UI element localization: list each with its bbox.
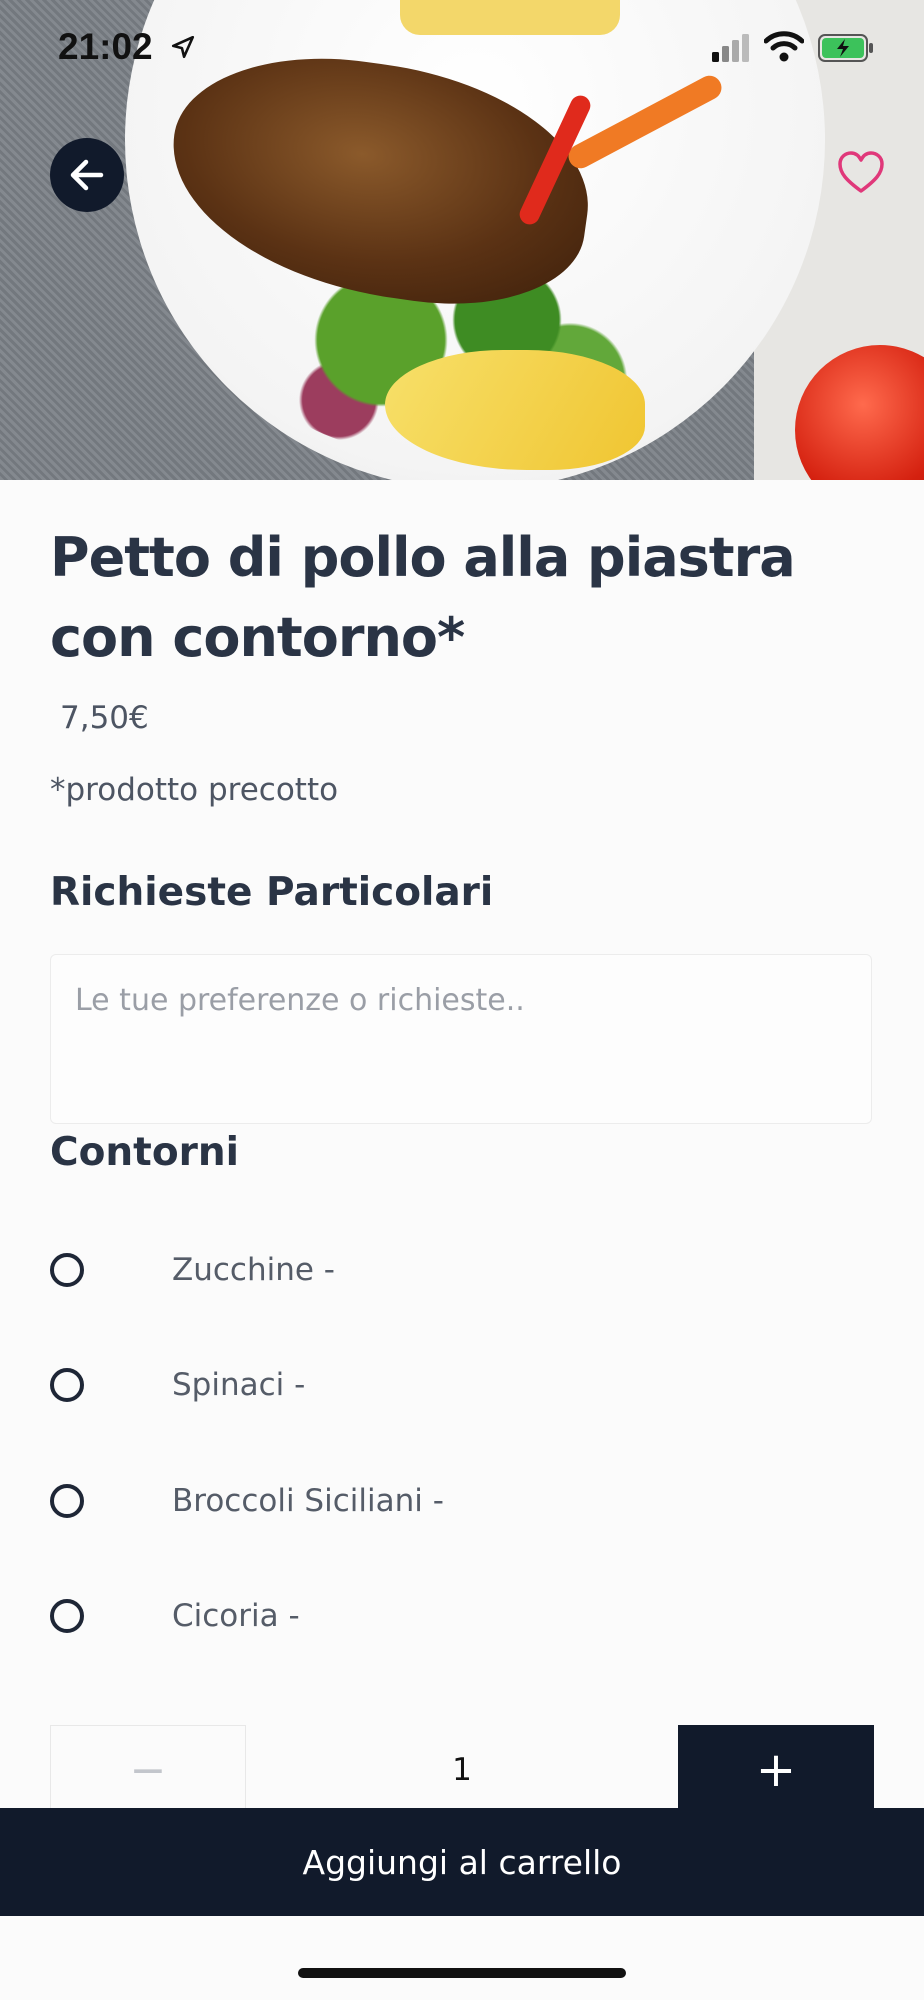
- decrease-quantity-button[interactable]: −: [50, 1725, 246, 1815]
- side-option-cicoria[interactable]: Cicoria -: [50, 1586, 880, 1646]
- product-note: *prodotto precotto: [50, 772, 339, 808]
- home-indicator: [298, 1968, 626, 1978]
- heart-outline-icon: [838, 151, 884, 193]
- add-to-cart-button[interactable]: Aggiungi al carrello: [0, 1808, 924, 1916]
- side-option-broccoli-siciliani[interactable]: Broccoli Siciliani -: [50, 1471, 880, 1531]
- product-price: 7,50€: [60, 700, 149, 736]
- special-requests-heading: Richieste Particolari: [50, 870, 494, 915]
- back-button[interactable]: [50, 138, 124, 212]
- radio-button[interactable]: [50, 1484, 84, 1518]
- side-option-label: Zucchine -: [172, 1252, 335, 1288]
- side-option-label: Broccoli Siciliani -: [172, 1483, 444, 1519]
- side-option-spinaci[interactable]: Spinaci -: [50, 1355, 880, 1415]
- special-requests-input[interactable]: [51, 955, 871, 1123]
- favorite-button[interactable]: [836, 148, 886, 198]
- arrow-left-icon: [70, 159, 104, 191]
- status-bar: 21:02: [0, 0, 924, 100]
- increase-quantity-button[interactable]: +: [678, 1725, 874, 1815]
- radio-button[interactable]: [50, 1599, 84, 1633]
- sides-heading: Contorni: [50, 1130, 239, 1175]
- status-time: 21:02: [58, 26, 153, 67]
- side-option-label: Cicoria -: [172, 1598, 300, 1634]
- location-arrow-icon: [171, 35, 195, 59]
- product-title: Petto di pollo alla piastra con contorno…: [50, 526, 796, 669]
- wifi-icon: [764, 31, 804, 62]
- special-requests-box: [50, 954, 872, 1124]
- side-option-zucchine[interactable]: Zucchine -: [50, 1240, 880, 1300]
- cellular-signal-icon: [712, 34, 749, 62]
- battery-charging-icon: [818, 34, 873, 62]
- side-option-label: Spinaci -: [172, 1367, 306, 1403]
- radio-button[interactable]: [50, 1253, 84, 1287]
- radio-button[interactable]: [50, 1368, 84, 1402]
- quantity-value: 1: [452, 1752, 472, 1788]
